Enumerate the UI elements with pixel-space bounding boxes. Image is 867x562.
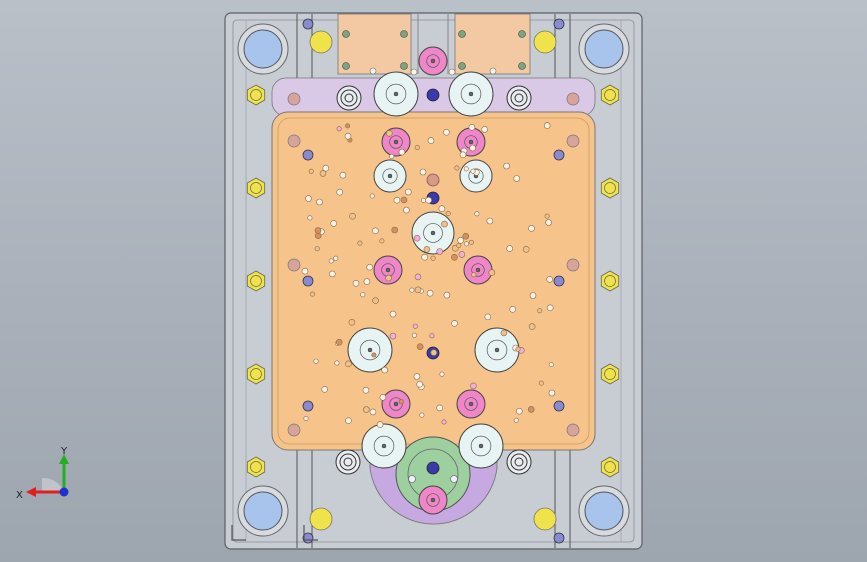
- rail-bolt: [553, 532, 565, 544]
- rail-bolt: [553, 18, 565, 30]
- guide-bushing: [243, 29, 283, 69]
- rail-bolt: [302, 18, 314, 30]
- cad-viewport[interactable]: Y X: [0, 0, 867, 562]
- mold-plate-drawing[interactable]: [0, 0, 867, 562]
- screw-head: [309, 507, 333, 531]
- triad-axis-icon: Y X: [16, 446, 69, 501]
- x-axis-label: X: [16, 490, 23, 501]
- cavity-insert: [271, 111, 596, 451]
- center-bolt: [426, 88, 440, 102]
- rail-bolt: [553, 275, 565, 287]
- guide-bushing: [584, 29, 624, 69]
- rail-bolt: [302, 275, 314, 287]
- rail-bolt: [553, 400, 565, 412]
- center-bolt: [426, 461, 440, 475]
- screw-head: [309, 30, 333, 54]
- rail-bolt: [302, 149, 314, 161]
- rail-bolt: [302, 400, 314, 412]
- guide-bushing: [243, 491, 283, 531]
- screw-head: [533, 507, 557, 531]
- screw-head: [533, 30, 557, 54]
- y-axis-label: Y: [60, 446, 68, 457]
- rail-bolt: [553, 149, 565, 161]
- guide-bushing: [584, 491, 624, 531]
